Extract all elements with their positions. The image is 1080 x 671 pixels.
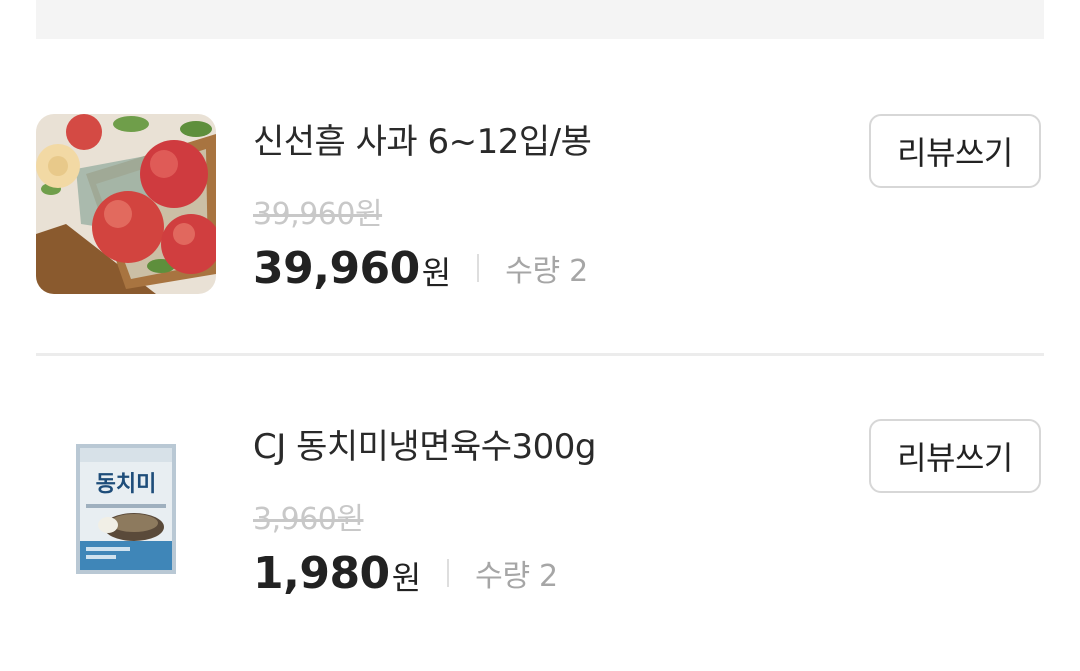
- price-row: 39,960 원 수량 2: [253, 242, 591, 294]
- write-review-button[interactable]: 리뷰쓰기: [869, 419, 1041, 493]
- currency-unit: 원: [421, 254, 452, 292]
- original-price: 3,960원: [253, 502, 364, 537]
- noodle-broth-package-image: 동치미: [36, 419, 216, 599]
- separator: [447, 559, 450, 587]
- quantity: 수량 2: [505, 254, 588, 289]
- sale-price: 1,980: [253, 547, 390, 599]
- product-name[interactable]: CJ 동치미냉면육수300g: [253, 427, 597, 467]
- product-info: CJ 동치미냉면육수300g 3,960원 1,980 원 수량 2: [253, 427, 597, 599]
- write-review-button[interactable]: 리뷰쓰기: [869, 114, 1041, 188]
- previous-section-band: [36, 0, 1044, 39]
- separator: [477, 254, 480, 282]
- apple-basket-image: [36, 114, 216, 294]
- item-divider: [36, 353, 1044, 356]
- product-info: 신선흠 사과 6~12입/봉 39,960원 39,960 원 수량 2: [253, 122, 592, 294]
- sale-price: 39,960: [253, 242, 420, 294]
- product-name[interactable]: 신선흠 사과 6~12입/봉: [253, 122, 592, 162]
- price-row: 1,980 원 수량 2: [253, 547, 596, 599]
- package-title: 동치미: [96, 472, 157, 497]
- product-image-apple[interactable]: [36, 114, 216, 294]
- quantity: 수량 2: [475, 559, 558, 594]
- currency-unit: 원: [391, 559, 422, 597]
- product-image-broth[interactable]: 동치미: [36, 419, 216, 599]
- original-price: 39,960원: [253, 197, 383, 232]
